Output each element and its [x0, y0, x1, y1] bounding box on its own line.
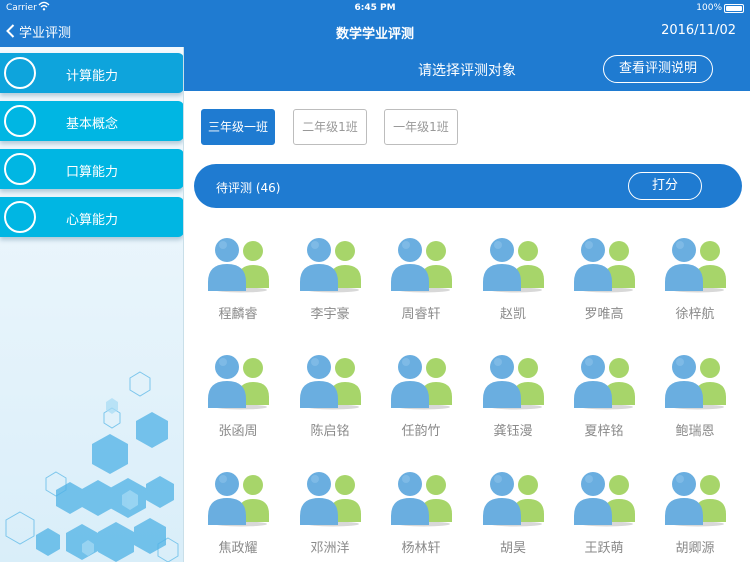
battery-icon [724, 4, 744, 13]
student-avatar-icon [391, 355, 452, 410]
student-avatar-icon [574, 472, 635, 527]
student-card[interactable]: 王跃萌 [564, 466, 644, 562]
student-avatar-icon [665, 472, 726, 527]
student-name: 徐梓航 [675, 307, 715, 322]
class-button-grade1-class1[interactable]: 一年级1班 [384, 109, 458, 145]
student-avatar-icon [483, 472, 544, 527]
student-card[interactable]: 罗唯高 [564, 232, 644, 328]
student-avatar-icon [300, 355, 361, 410]
student-name: 胡昊 [499, 541, 526, 556]
date-label: 2016/11/02 [661, 23, 736, 38]
class-button-grade3-class1[interactable]: 三年级一班 [201, 109, 275, 145]
student-name: 龚钰漫 [493, 424, 533, 439]
student-card[interactable]: 焦政耀 [198, 466, 278, 562]
student-name: 李宇豪 [310, 307, 350, 322]
student-name: 陈启铭 [310, 424, 350, 439]
student-avatar-icon [300, 238, 361, 293]
sidebar-item-label: 心算能力 [65, 213, 118, 228]
page-title: 数学学业评测 [335, 27, 414, 42]
student-name: 鲍瑞恩 [675, 424, 715, 439]
student-card[interactable]: 胡昊 [473, 466, 553, 562]
main-header: 请选择评测对象 查看评测说明 [184, 47, 750, 91]
student-card[interactable]: 陈启铭 [290, 349, 370, 445]
student-card[interactable]: 周睿轩 [381, 232, 461, 328]
student-name: 程麟睿 [218, 307, 258, 322]
student-name: 夏梓铭 [584, 424, 624, 439]
student-name: 焦政耀 [218, 541, 258, 556]
pending-count-label: 待评测 (46) [216, 181, 281, 195]
score-button[interactable]: 打分 [628, 172, 702, 200]
student-avatar-icon [391, 472, 452, 527]
student-avatar-icon [208, 472, 269, 527]
student-name: 周睿轩 [401, 307, 441, 322]
sidebar-item-calculation[interactable]: 计算能力 [0, 53, 183, 93]
student-avatar-icon [208, 355, 269, 410]
student-card[interactable]: 任韵竹 [381, 349, 461, 445]
student-avatar-icon [391, 238, 452, 293]
sidebar: 计算能力 基本概念 口算能力 心算能力 [0, 47, 184, 562]
student-card[interactable]: 鲍瑞恩 [655, 349, 735, 445]
sidebar-item-mental-calc[interactable]: 心算能力 [0, 197, 183, 237]
sidebar-item-label: 基本概念 [65, 117, 118, 132]
student-avatar-icon [574, 238, 635, 293]
student-name: 杨林轩 [401, 541, 441, 556]
student-name: 任韵竹 [401, 424, 441, 439]
student-card[interactable]: 赵凯 [473, 232, 553, 328]
sidebar-item-oral-calc[interactable]: 口算能力 [0, 149, 183, 189]
student-card[interactable]: 张函周 [198, 349, 278, 445]
student-name: 胡卿源 [675, 541, 715, 556]
student-name: 张函周 [218, 424, 258, 439]
student-name: 赵凯 [499, 307, 526, 322]
student-name: 王跃萌 [584, 541, 624, 556]
student-avatar-icon [665, 238, 726, 293]
student-avatar-icon [483, 355, 544, 410]
status-bar: Carrier 6:45 PM 100% [0, 0, 750, 16]
student-avatar-icon [574, 355, 635, 410]
status-time: 6:45 PM [354, 3, 396, 13]
student-card[interactable]: 夏梓铭 [564, 349, 644, 445]
student-card[interactable]: 杨林轩 [381, 466, 461, 562]
student-avatar-icon [208, 238, 269, 293]
student-avatar-icon [665, 355, 726, 410]
student-card[interactable]: 龚钰漫 [473, 349, 553, 445]
sidebar-item-label: 计算能力 [65, 69, 118, 84]
student-avatar-icon [300, 472, 361, 527]
pending-bar: 待评测 (46) 打分 [194, 164, 742, 208]
student-card[interactable]: 李宇豪 [290, 232, 370, 328]
student-card[interactable]: 程麟睿 [198, 232, 278, 328]
view-guide-button[interactable]: 查看评测说明 [603, 55, 713, 83]
student-card[interactable]: 邓洲洋 [290, 466, 370, 562]
student-card[interactable]: 徐梓航 [655, 232, 735, 328]
student-name: 罗唯高 [584, 307, 624, 322]
sidebar-item-concepts[interactable]: 基本概念 [0, 101, 183, 141]
sidebar-item-label: 口算能力 [65, 165, 118, 180]
student-card[interactable]: 胡卿源 [655, 466, 735, 562]
student-name: 邓洲洋 [310, 541, 350, 556]
student-avatar-icon [483, 238, 544, 293]
hexagon-decoration [5, 371, 179, 562]
top-bar: Carrier 6:45 PM 100% 学业评测 数学学业评测 2016/11… [0, 0, 750, 47]
class-button-grade2-class1[interactable]: 二年级1班 [293, 109, 367, 145]
battery-percent: 100% [696, 3, 722, 13]
